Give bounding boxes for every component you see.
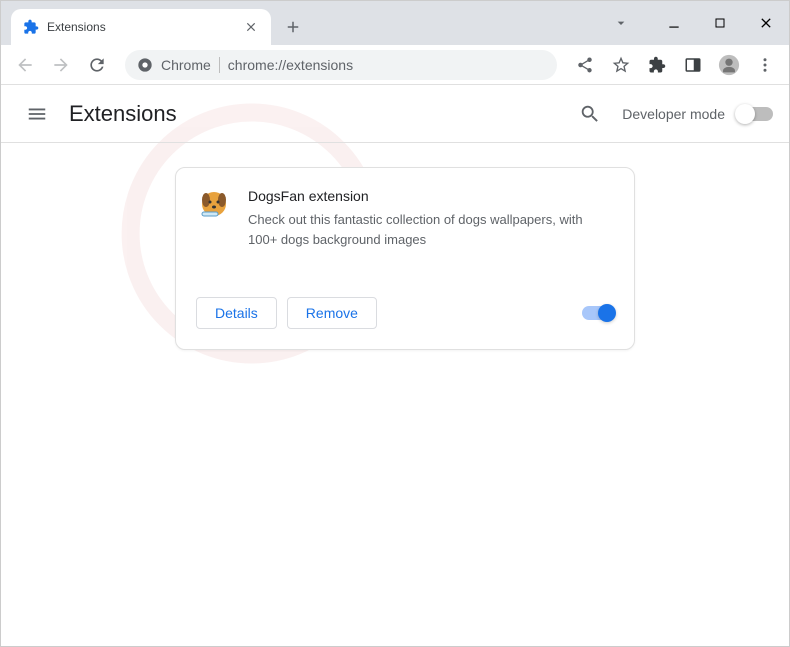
extension-name: DogsFan extension [248, 188, 614, 204]
extension-app-icon [196, 188, 232, 224]
kebab-menu-icon[interactable] [749, 49, 781, 81]
extension-card: DogsFan extension Check out this fantast… [175, 167, 635, 350]
share-icon[interactable] [569, 49, 601, 81]
reload-button[interactable] [81, 49, 113, 81]
extension-card-actions: Details Remove [196, 297, 614, 329]
tab-title: Extensions [47, 20, 243, 34]
extension-card-top: DogsFan extension Check out this fantast… [196, 188, 614, 249]
toggle-knob [598, 304, 616, 322]
window-controls [611, 1, 789, 45]
address-bar[interactable]: Chrome chrome://extensions [125, 50, 557, 80]
new-tab-button[interactable] [279, 13, 307, 41]
page-title: Extensions [69, 101, 570, 127]
details-button[interactable]: Details [196, 297, 277, 329]
tab-search-chevron-icon[interactable] [611, 1, 631, 45]
developer-mode-label: Developer mode [622, 106, 725, 122]
search-icon[interactable] [570, 94, 610, 134]
window-maximize-button[interactable] [697, 1, 743, 45]
bookmark-star-icon[interactable] [605, 49, 637, 81]
extension-info: DogsFan extension Check out this fantast… [248, 188, 614, 249]
developer-mode-toggle[interactable] [737, 107, 773, 121]
hamburger-menu-icon[interactable] [17, 94, 57, 134]
extension-description: Check out this fantastic collection of d… [248, 210, 614, 249]
extension-enable-toggle[interactable] [582, 306, 614, 320]
window-close-button[interactable] [743, 1, 789, 45]
remove-button[interactable]: Remove [287, 297, 377, 329]
tab-close-icon[interactable] [243, 19, 259, 35]
extensions-puzzle-icon[interactable] [641, 49, 673, 81]
extensions-header: Extensions Developer mode [1, 85, 789, 143]
forward-button[interactable] [45, 49, 77, 81]
developer-mode-control: Developer mode [622, 106, 773, 122]
window-titlebar: Extensions [1, 1, 789, 45]
extension-puzzle-icon [23, 19, 39, 35]
chrome-icon [137, 57, 153, 73]
back-button[interactable] [9, 49, 41, 81]
address-label: Chrome [161, 57, 211, 73]
toggle-knob [735, 104, 755, 124]
browser-toolbar: Chrome chrome://extensions [1, 45, 789, 85]
sidepanel-icon[interactable] [677, 49, 709, 81]
address-url: chrome://extensions [228, 57, 545, 73]
profile-avatar-icon[interactable] [713, 49, 745, 81]
window-minimize-button[interactable] [651, 1, 697, 45]
browser-tab[interactable]: Extensions [11, 9, 271, 45]
address-divider [219, 57, 220, 73]
extensions-content: PC risk.com DogsFan extension Check out … [1, 143, 789, 374]
